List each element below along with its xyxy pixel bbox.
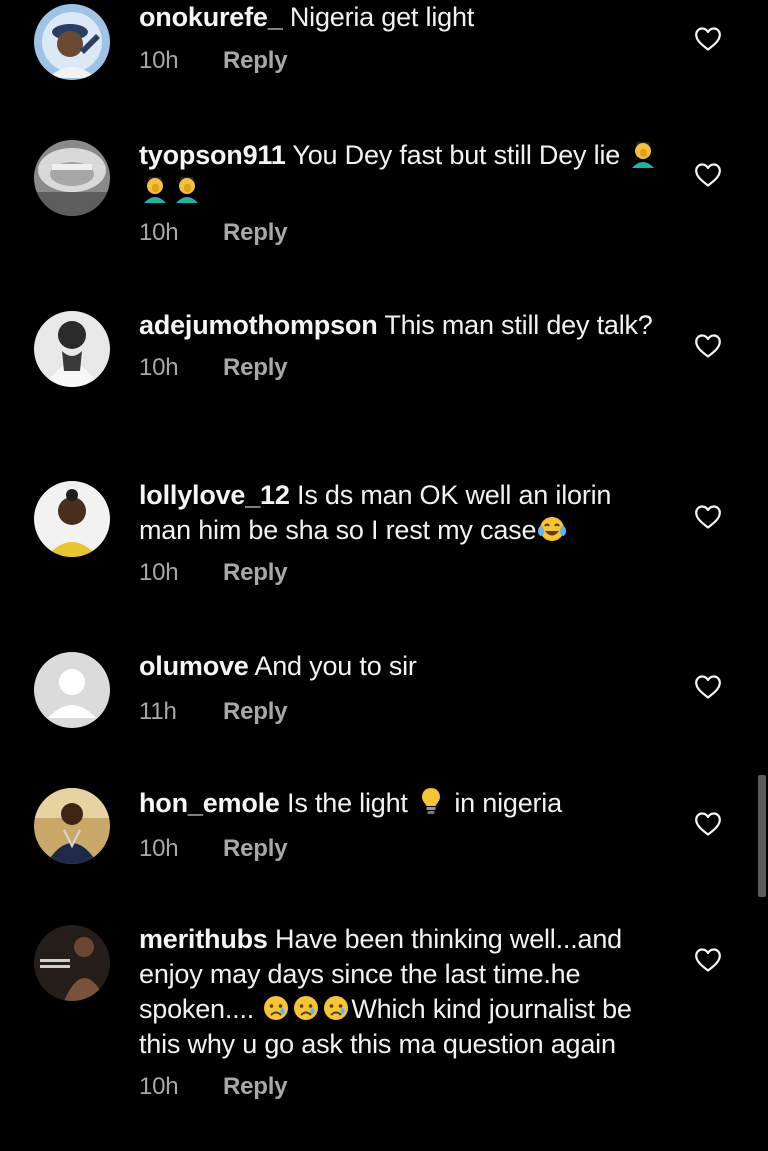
avatar-icon: [34, 4, 110, 80]
comment-username[interactable]: onokurefe_: [139, 2, 283, 32]
comment-time: 10h: [139, 219, 179, 246]
comment-username[interactable]: adejumothompson: [139, 310, 378, 340]
comment-time: 10h: [139, 354, 179, 381]
comment-time: 10h: [139, 559, 179, 586]
heart-outline-icon[interactable]: [694, 811, 722, 837]
avatar[interactable]: [34, 311, 110, 387]
comment-time: 10h: [139, 835, 179, 862]
avatar[interactable]: [34, 140, 110, 216]
avatar-icon: [34, 788, 110, 864]
crying-face-emoji: [261, 994, 351, 1024]
heart-outline-icon[interactable]: [694, 26, 722, 52]
comment-text: You Dey fast but still Dey lie: [292, 140, 621, 170]
avatar[interactable]: [34, 788, 110, 864]
comment-username[interactable]: merithubs: [139, 924, 268, 954]
avatar[interactable]: [34, 481, 110, 557]
comment-text: This man still dey talk?: [384, 310, 653, 340]
reply-button[interactable]: Reply: [223, 559, 288, 586]
reply-button[interactable]: Reply: [223, 219, 288, 246]
reply-button[interactable]: Reply: [223, 1073, 288, 1100]
comment-time: 11h: [139, 698, 177, 725]
light-bulb-emoji: [415, 788, 447, 818]
comment-text-part: Is the light: [287, 788, 408, 818]
heart-outline-icon[interactable]: [694, 504, 722, 530]
avatar[interactable]: [34, 652, 110, 728]
default-avatar-icon: [34, 652, 110, 728]
comment-time: 10h: [139, 47, 179, 74]
reply-button[interactable]: Reply: [223, 47, 288, 74]
comment-text: Nigeria get light: [289, 2, 475, 32]
comment-text-part: in nigeria: [454, 788, 562, 818]
avatar[interactable]: [34, 4, 110, 80]
avatar-icon: [34, 925, 110, 1001]
reply-button[interactable]: Reply: [223, 354, 288, 381]
comment-text: And you to sir: [254, 651, 417, 681]
tears-of-joy-emoji: [536, 515, 568, 545]
comment-time: 10h: [139, 1073, 179, 1100]
reply-button[interactable]: Reply: [223, 698, 288, 725]
heart-outline-icon[interactable]: [694, 333, 722, 359]
heart-outline-icon[interactable]: [694, 947, 722, 973]
avatar-icon: [34, 140, 110, 216]
comment-username[interactable]: hon_emole: [139, 788, 280, 818]
reply-button[interactable]: Reply: [223, 835, 288, 862]
avatar-icon: [34, 481, 110, 557]
comment-username[interactable]: olumove: [139, 651, 249, 681]
heart-outline-icon[interactable]: [694, 162, 722, 188]
heart-outline-icon[interactable]: [694, 674, 722, 700]
comment-username[interactable]: lollylove_12: [139, 480, 290, 510]
avatar[interactable]: [34, 925, 110, 1001]
scrollbar[interactable]: [758, 775, 766, 897]
avatar-icon: [34, 311, 110, 387]
comment-username[interactable]: tyopson911: [139, 140, 286, 170]
